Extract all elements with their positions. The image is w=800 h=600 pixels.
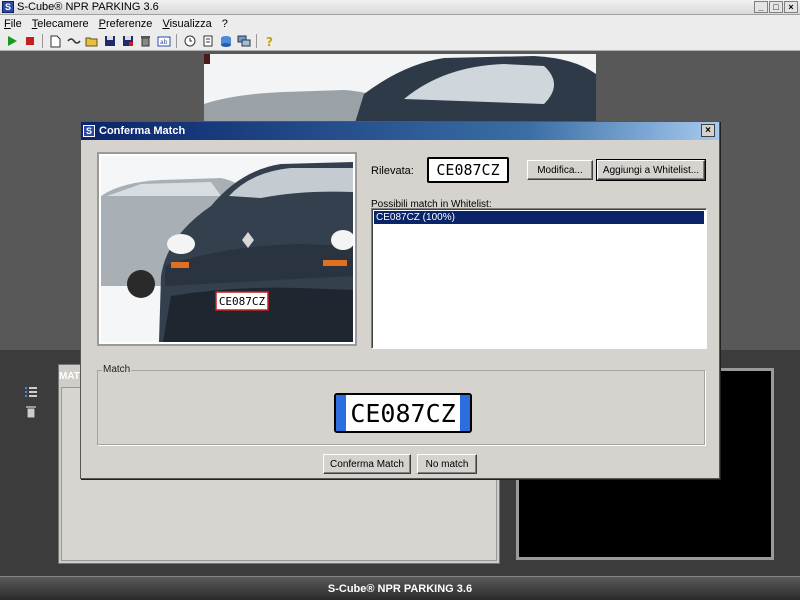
left-tool-strip — [24, 385, 38, 419]
dialog-close-button[interactable]: × — [701, 124, 715, 137]
confirm-match-dialog: S Conferma Match × CE087CZ Rilevata: CE0… — [80, 121, 720, 479]
modify-button[interactable]: Modifica... — [527, 160, 593, 180]
trash-icon[interactable] — [24, 405, 38, 419]
window-controls: _ □ × — [754, 1, 798, 13]
rename-icon[interactable]: ab — [156, 34, 171, 49]
clock-icon[interactable] — [182, 34, 197, 49]
menu-preferenze[interactable]: Preferenze — [99, 18, 153, 30]
camera-preview-background — [204, 54, 596, 126]
confirm-match-button[interactable]: Conferma Match — [323, 454, 411, 474]
svg-text:?: ? — [266, 35, 273, 48]
document-icon[interactable] — [200, 34, 215, 49]
whitelist-matches-list[interactable]: CE087CZ (100%) — [371, 208, 707, 349]
dialog-title-bar[interactable]: S Conferma Match × — [81, 122, 719, 140]
menu-help[interactable]: ? — [222, 18, 228, 30]
toolbar-separator — [256, 34, 257, 48]
no-match-button[interactable]: No match — [417, 454, 477, 474]
matched-plate-text: CE087CZ — [350, 398, 456, 428]
status-bar: S-Cube® NPR PARKING 3.6 — [0, 576, 800, 600]
list-item[interactable]: CE087CZ (100%) — [374, 211, 704, 224]
detected-label: Rilevata: — [371, 165, 414, 177]
delete-icon[interactable] — [138, 34, 153, 49]
menu-bar: File Telecamere Preferenze Visualizza ? — [0, 15, 800, 32]
help-icon[interactable]: ? — [262, 34, 277, 49]
detected-plate-display: CE087CZ — [427, 157, 509, 183]
menu-telecamere[interactable]: Telecamere — [32, 18, 89, 30]
menu-file[interactable]: File — [4, 18, 22, 30]
play-icon[interactable] — [4, 34, 19, 49]
toolbar-separator — [42, 34, 43, 48]
car-photo-background — [204, 54, 596, 126]
photo-plate-text: CE087CZ — [219, 295, 266, 308]
new-file-icon[interactable] — [48, 34, 63, 49]
close-button[interactable]: × — [784, 1, 798, 13]
list-view-icon[interactable] — [24, 385, 38, 399]
app-icon: S — [2, 1, 14, 13]
captured-photo-frame: CE087CZ — [97, 152, 357, 346]
svg-text:ab: ab — [160, 39, 168, 46]
save-icon[interactable] — [102, 34, 117, 49]
captured-car-photo: CE087CZ — [101, 156, 353, 342]
network-icon[interactable] — [236, 34, 251, 49]
toolbar-separator — [176, 34, 177, 48]
app-title: S-Cube® NPR PARKING 3.6 — [17, 1, 159, 13]
dialog-title: Conferma Match — [99, 125, 186, 137]
plate-eu-band — [336, 395, 346, 431]
restore-button[interactable]: □ — [769, 1, 783, 13]
database-icon[interactable] — [218, 34, 233, 49]
connect-icon[interactable] — [66, 34, 81, 49]
match-group: Match CE087CZ — [97, 364, 705, 445]
stop-icon[interactable] — [22, 34, 37, 49]
menu-visualizza[interactable]: Visualizza — [162, 18, 211, 30]
plate-eu-band — [460, 395, 470, 431]
add-to-whitelist-button[interactable]: Aggiungi a Whitelist... — [596, 159, 706, 181]
open-folder-icon[interactable] — [84, 34, 99, 49]
minimize-button[interactable]: _ — [754, 1, 768, 13]
matched-plate-display: CE087CZ — [334, 393, 472, 433]
save-as-icon[interactable] — [120, 34, 135, 49]
dialog-app-icon: S — [83, 125, 95, 137]
app-title-bar: S S-Cube® NPR PARKING 3.6 _ □ × — [0, 0, 800, 15]
toolbar: ab ? — [0, 32, 800, 51]
match-group-label: Match — [102, 364, 132, 375]
